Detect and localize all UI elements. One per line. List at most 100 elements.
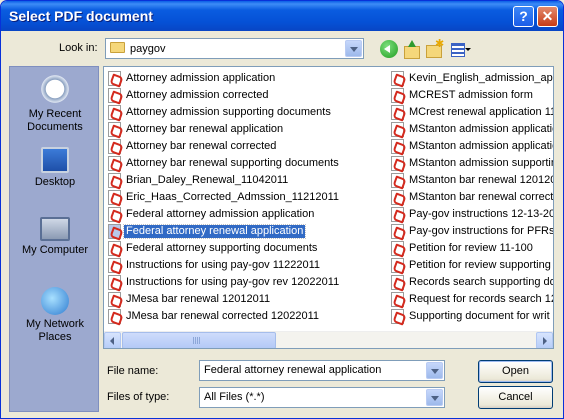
file-item-name: Pay-gov instructions for PFRs — [409, 225, 554, 237]
place-my-computer[interactable]: My Computer — [10, 217, 100, 257]
pdf-file-icon — [391, 71, 404, 86]
look-in-value: paygov — [130, 43, 166, 55]
place-desktop[interactable]: Desktop — [10, 147, 100, 189]
file-type-value: All Files (*.*) — [204, 391, 265, 403]
file-item-name: Attorney bar renewal application — [126, 123, 284, 135]
pdf-file-icon — [108, 275, 121, 290]
recent-documents-icon — [39, 73, 71, 105]
file-item-name: Attorney bar renewal corrected — [126, 140, 277, 152]
file-item-name: MCrest renewal application 112 — [409, 106, 554, 118]
file-item-name: MCREST admission form — [409, 89, 533, 101]
file-item-name: MStanton admission application — [409, 123, 554, 135]
pdf-file-icon — [391, 224, 404, 239]
file-item-name: Instructions for using pay-gov 11222011 — [126, 259, 321, 271]
file-item-name: Federal attorney admission application — [126, 208, 315, 220]
file-item-name: Records search supporting doc — [409, 276, 554, 288]
chevron-down-icon[interactable] — [426, 389, 443, 406]
my-computer-icon — [40, 217, 70, 241]
pdf-file-icon — [391, 156, 404, 171]
file-item-name: MStanton bar renewal 120120 — [409, 174, 554, 186]
file-item-name: Kevin_English_admission_app_ — [409, 72, 554, 84]
dialog-title: Select PDF document — [9, 8, 153, 24]
file-item-name: Pay-gov instructions 12-13-20 — [409, 208, 554, 220]
place-label: My Computer — [21, 244, 89, 256]
file-item-name: Instructions for using pay-gov rev 12022… — [126, 276, 340, 288]
file-item-name: JMesa bar renewal 12012011 — [126, 293, 271, 305]
file-item-name: Federal attorney supporting documents — [126, 242, 318, 254]
network-places-icon — [41, 287, 69, 315]
pdf-file-icon — [108, 139, 121, 154]
pdf-file-icon — [108, 258, 121, 273]
file-name-field[interactable]: Federal attorney renewal application — [199, 360, 445, 381]
file-item-name: MStanton bar renewal correcte — [409, 191, 554, 203]
cancel-button[interactable]: Cancel — [478, 386, 553, 409]
file-type-label: Files of type: — [107, 391, 170, 403]
file-name-value: Federal attorney renewal application — [204, 364, 382, 376]
place-label: Desktop — [34, 176, 76, 188]
open-button[interactable]: Open — [478, 360, 553, 383]
pdf-file-icon — [108, 241, 121, 256]
place-label: My Recent Documents — [27, 108, 83, 133]
place-label: My Network Places — [25, 318, 85, 343]
file-item-name: MStanton admission application — [409, 140, 554, 152]
file-item-name: Supporting document for writ o — [409, 310, 554, 322]
pdf-file-icon — [108, 224, 121, 239]
file-item-name: Request for records search 12 — [409, 293, 554, 305]
chevron-down-icon[interactable] — [345, 40, 362, 57]
pdf-file-icon — [391, 275, 404, 290]
pdf-file-icon — [391, 122, 404, 137]
pdf-file-icon — [108, 122, 121, 137]
pdf-file-icon — [391, 207, 404, 222]
pdf-file-icon — [391, 190, 404, 205]
chevron-down-icon[interactable] — [426, 362, 443, 379]
file-item-name: Eric_Haas_Corrected_Admssion_11212011 — [126, 191, 339, 203]
up-folder-icon[interactable] — [402, 40, 420, 59]
file-type-dropdown[interactable]: All Files (*.*) — [199, 387, 445, 408]
close-button[interactable]: ✕ — [537, 6, 558, 27]
pdf-file-icon — [391, 105, 404, 120]
pdf-file-icon — [391, 309, 404, 324]
pdf-file-icon — [108, 309, 121, 324]
desktop-icon — [41, 147, 69, 173]
place-network[interactable]: My Network Places — [10, 287, 100, 344]
title-bar[interactable]: Select PDF document ? ✕ — [1, 1, 563, 31]
place-recent-documents[interactable]: My Recent Documents — [10, 73, 100, 134]
look-in-label: Look in: — [59, 42, 98, 54]
file-item-name: Attorney bar renewal supporting document… — [126, 157, 339, 169]
pdf-file-icon — [108, 156, 121, 171]
file-name-label: File name: — [107, 365, 159, 377]
file-item-name: Attorney admission corrected — [126, 89, 269, 101]
help-button[interactable]: ? — [513, 6, 534, 27]
file-item-name: Attorney admission application — [126, 72, 276, 84]
file-item-name: Petition for review 11-100 — [409, 242, 533, 254]
pdf-file-icon — [391, 241, 404, 256]
file-item-name: Petition for review supporting — [409, 259, 551, 271]
file-item-name: Federal attorney renewal application — [122, 224, 307, 239]
new-folder-icon[interactable] — [425, 37, 444, 58]
pdf-file-icon — [391, 173, 404, 188]
file-item-name: Brian_Daley_Renewal_11042011 — [126, 174, 289, 186]
pdf-file-icon — [391, 258, 404, 273]
places-bar: My Recent Documents Desktop My Computer … — [9, 66, 99, 412]
pdf-file-icon — [391, 88, 404, 103]
file-list[interactable]: Attorney admission application Attorney a… — [103, 66, 554, 349]
pdf-file-icon — [108, 105, 121, 120]
pdf-file-icon — [108, 173, 121, 188]
back-arrow-icon[interactable] — [380, 40, 398, 58]
scroll-left-button[interactable] — [104, 332, 121, 348]
pdf-file-icon — [108, 71, 121, 86]
pdf-file-icon — [391, 292, 404, 307]
file-item-name: Attorney admission supporting documents — [126, 106, 331, 118]
views-menu-icon[interactable] — [450, 40, 472, 58]
file-item-name: JMesa bar renewal corrected 12022011 — [126, 310, 320, 322]
folder-icon — [110, 42, 125, 53]
scroll-thumb[interactable] — [122, 332, 276, 348]
file-item-name: MStanton admission supporting — [409, 157, 554, 169]
pdf-file-icon — [108, 207, 121, 222]
select-pdf-dialog: Select PDF document ? ✕ Look in: paygov … — [0, 0, 564, 419]
pdf-file-icon — [108, 88, 121, 103]
pdf-file-icon — [391, 139, 404, 154]
scroll-right-button[interactable] — [536, 332, 553, 348]
horizontal-scrollbar[interactable] — [104, 331, 553, 348]
look-in-dropdown[interactable]: paygov — [105, 38, 364, 59]
